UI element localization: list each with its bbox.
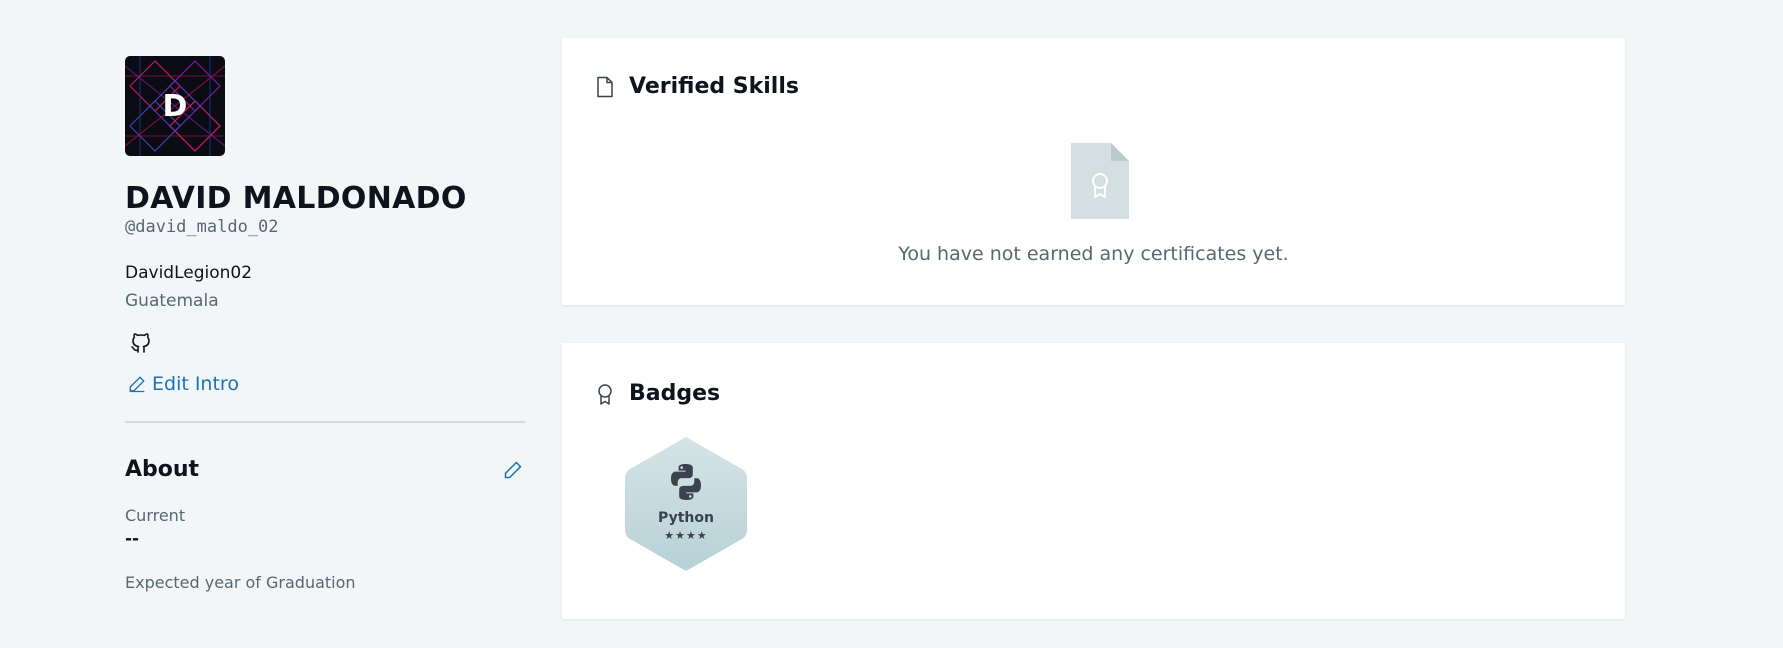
verified-skills-card: Verified Skills You have not earned any …: [562, 38, 1625, 305]
card-header: Badges: [595, 381, 720, 406]
about-header: About: [125, 457, 525, 482]
badge-hexagon: [625, 437, 747, 571]
divider: [125, 421, 525, 423]
pencil-icon: [129, 376, 145, 393]
about-field-label: Expected year of Graduation: [125, 573, 356, 592]
empty-state-message: You have not earned any certificates yet…: [898, 243, 1289, 265]
github-icon[interactable]: [129, 331, 153, 355]
badge-python[interactable]: Python ★★★★: [623, 435, 749, 573]
profile-name: DAVID MALDONADO: [125, 181, 467, 216]
python-icon: [671, 464, 701, 500]
card-header: Verified Skills: [595, 74, 799, 99]
edit-intro-label: Edit Intro: [152, 373, 239, 395]
about-title: About: [125, 457, 200, 482]
edit-about-button[interactable]: [503, 460, 523, 480]
edit-intro-link[interactable]: Edit Intro: [128, 373, 525, 395]
avatar-letter: D: [162, 88, 188, 124]
badge-stars: ★★★★: [664, 529, 708, 542]
award-icon: [598, 383, 612, 405]
file-icon: [597, 76, 613, 97]
about-field-value: --: [125, 529, 140, 549]
badge-name: Python: [658, 510, 714, 526]
profile-username: DavidLegion02: [125, 263, 253, 283]
pencil-icon: [504, 461, 522, 478]
avatar: D: [125, 56, 225, 156]
profile-handle: @david_maldo_02: [125, 217, 279, 237]
badges-card: Badges Python ★★★★: [562, 343, 1625, 619]
card-title: Badges: [629, 381, 721, 406]
about-field-label: Current: [125, 506, 186, 525]
profile-country: Guatemala: [125, 291, 219, 311]
certificate-placeholder-icon: [1071, 143, 1129, 219]
profile-sidebar: D DAVID MALDONADO @david_maldo_02 DavidL…: [125, 56, 525, 592]
card-title: Verified Skills: [629, 74, 799, 99]
